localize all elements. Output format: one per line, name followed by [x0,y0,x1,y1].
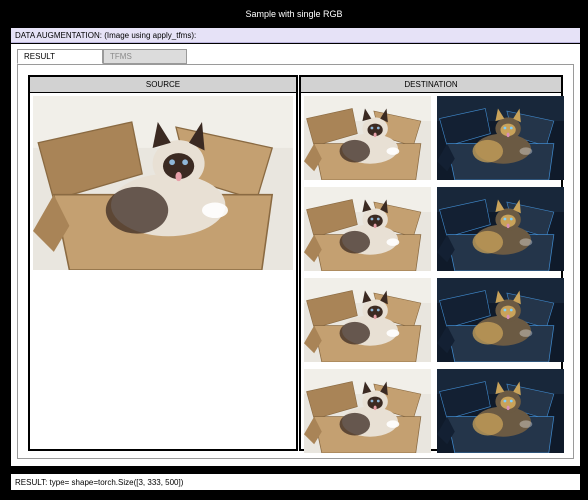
destination-image [437,96,564,180]
destination-pane: DESTINATION [299,75,564,453]
content-panel: RESULT TFMS SOURCE DESTINATION [11,44,580,466]
section-header: DATA AUGMENTATION: (Image using apply_tf… [11,28,580,43]
destination-image [304,96,431,180]
window-title: Sample with single RGB [245,9,343,19]
destination-image [304,278,431,362]
tab-body: SOURCE DESTINATION [17,64,574,459]
destination-image [437,187,564,271]
status-bar: RESULT: type= shape=torch.Size([3, 333, … [11,474,580,490]
source-image [33,96,293,270]
app-window: Sample with single RGB DATA AUGMENTATION… [4,4,584,496]
destination-title: DESTINATION [301,77,561,93]
destination-image [437,278,564,362]
tab-result[interactable]: RESULT [17,49,103,64]
source-title: SOURCE [30,77,296,93]
destination-image [304,369,431,453]
source-pane: SOURCE [28,75,298,451]
destination-image [304,187,431,271]
tab-tfms[interactable]: TFMS [103,49,187,64]
destination-image [437,369,564,453]
